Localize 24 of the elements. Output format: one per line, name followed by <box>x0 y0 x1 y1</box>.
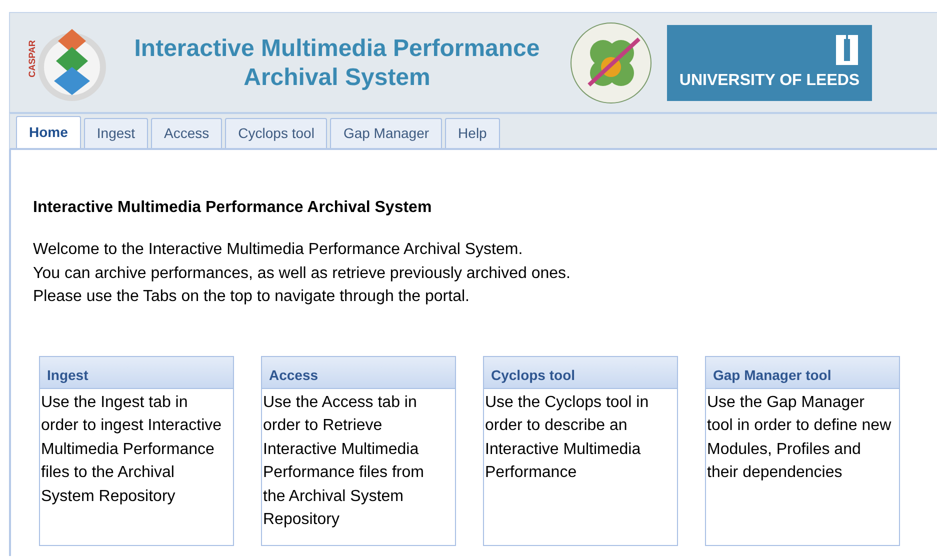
tab[interactable]: Access <box>151 118 222 148</box>
tab[interactable]: Home <box>16 116 81 148</box>
intro-text: You can archive performances, as well as retrieve previously archived ones. <box>33 264 570 284</box>
tower-icon <box>836 34 858 64</box>
tab[interactable]: Gap Manager <box>330 118 442 148</box>
card-title: Ingest <box>40 356 233 388</box>
site-title: Archival System <box>242 62 432 92</box>
university-name: UNIVERSITY OF LEEDS <box>679 70 860 90</box>
site-title: Interactive Multimedia Performance <box>133 34 541 62</box>
card-title: Access <box>262 356 455 388</box>
card-text: Use the Ingest tab in order to ingest Interactive Multimedia Performance files to the Archival System Repository <box>40 392 223 506</box>
tab[interactable]: Ingest <box>84 118 148 148</box>
tab[interactable]: Cyclops tool <box>225 118 328 148</box>
card-text: Use the Gap Manager tool in order to define new Modules, Profiles and their dependencies <box>706 392 892 483</box>
tab[interactable]: Help <box>445 118 500 148</box>
page-heading: Interactive Multimedia Performance Archival System <box>33 198 433 218</box>
card-title: Gap Manager tool <box>706 356 899 388</box>
intro-text: Please use the Tabs on the top to navigate through the portal. <box>33 287 470 307</box>
intro-text: Welcome to the Interactive Multimedia Performance Archival System. <box>33 240 523 260</box>
card-title: Cyclops tool <box>484 356 677 388</box>
logo-text: CASPAR <box>26 40 38 77</box>
card-text: Use the Cyclops tool in order to describe an Interactive Multimedia Performance <box>484 392 650 483</box>
emblem-icon <box>569 20 653 104</box>
card-text: Use the Access tab in order to Retrieve Interactive Multimedia Performance files from the Archival System Repository <box>262 392 425 530</box>
